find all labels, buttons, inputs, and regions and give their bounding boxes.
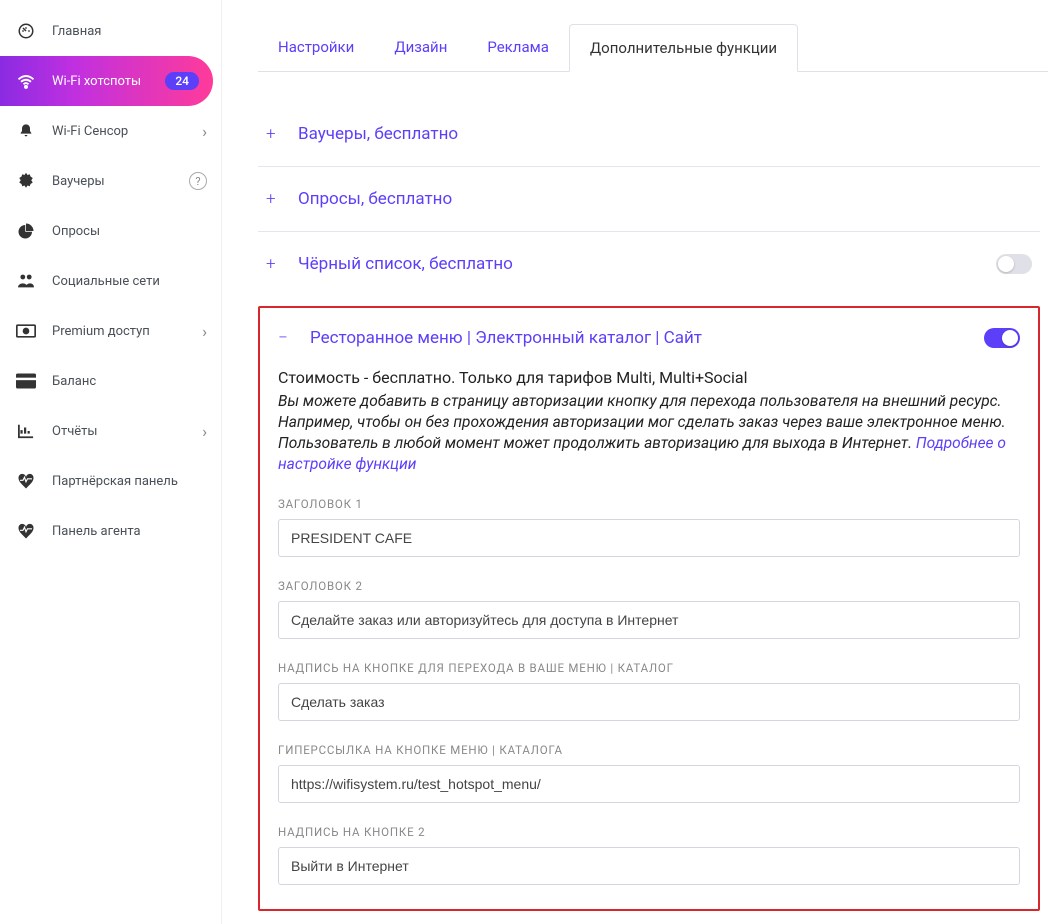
accordion-restaurant-menu: − Ресторанное меню | Электронный каталог… <box>258 306 1040 911</box>
dashboard-icon <box>16 21 36 41</box>
field-label-header2: ЗАГОЛОВОК 2 <box>278 579 1020 593</box>
sidebar-item-agent[interactable]: Панель агента <box>0 506 221 556</box>
sidebar-item-label: Панель агента <box>52 524 207 539</box>
accordion-title: Ваучеры, бесплатно <box>298 124 1032 144</box>
chevron-right-icon: › <box>202 422 207 441</box>
sidebar-item-label: Premium доступ <box>52 324 202 339</box>
tab-settings[interactable]: Настройки <box>258 24 374 71</box>
wifi-icon <box>16 71 36 91</box>
plus-icon: + <box>266 124 284 144</box>
button2-text-input[interactable] <box>278 847 1020 885</box>
sidebar-item-partner[interactable]: Партнёрская панель <box>0 456 221 506</box>
sidebar-item-label: Главная <box>52 24 207 39</box>
tab-design[interactable]: Дизайн <box>374 24 467 71</box>
accordion-blacklist: + Чёрный список, бесплатно <box>258 232 1040 296</box>
sidebar-item-premium[interactable]: Premium доступ › <box>0 306 221 356</box>
heart-monitor-icon <box>16 521 36 541</box>
main-content: Настройки Дизайн Реклама Дополнительные … <box>222 0 1048 924</box>
button-link-input[interactable] <box>278 765 1020 803</box>
button-text-input[interactable] <box>278 683 1020 721</box>
accordion-header[interactable]: + Опросы, бесплатно <box>258 167 1040 231</box>
sidebar-item-hotspots[interactable]: Wi-Fi хотспоты 24 <box>0 56 213 106</box>
field-label-button-text: НАДПИСЬ НА КНОПКЕ ДЛЯ ПЕРЕХОДА В ВАШЕ МЕ… <box>278 661 1020 675</box>
field-label-button-link: ГИПЕРССЫЛКА НА КНОПКЕ МЕНЮ | КАТАЛОГА <box>278 743 1020 757</box>
tab-extra-functions[interactable]: Дополнительные функции <box>569 24 798 72</box>
sidebar-item-label: Социальные сети <box>52 274 207 289</box>
field-label-button2: НАДПИСЬ НА КНОПКЕ 2 <box>278 825 1020 839</box>
card-icon <box>16 371 36 391</box>
pie-chart-icon <box>16 221 36 241</box>
sidebar-item-label: Опросы <box>52 224 207 239</box>
feature-description: Вы можете добавить в страницу авторизаци… <box>278 391 1020 475</box>
tabs: Настройки Дизайн Реклама Дополнительные … <box>258 24 1048 72</box>
sidebar-item-label: Ваучеры <box>52 174 189 189</box>
sidebar-item-social[interactable]: Социальные сети <box>0 256 221 306</box>
chevron-right-icon: › <box>202 122 207 141</box>
header1-input[interactable] <box>278 519 1020 557</box>
field-label-header1: ЗАГОЛОВОК 1 <box>278 497 1020 511</box>
blacklist-toggle[interactable] <box>996 254 1032 274</box>
chevron-right-icon: › <box>202 322 207 341</box>
gear-icon <box>16 171 36 191</box>
bell-icon <box>16 121 36 141</box>
sidebar-item-label: Отчёты <box>52 424 202 439</box>
sidebar-item-vouchers[interactable]: Ваучеры ? <box>0 156 221 206</box>
chart-icon <box>16 421 36 441</box>
accordion-vouchers: + Ваучеры, бесплатно <box>258 102 1040 167</box>
plus-icon: + <box>266 189 284 209</box>
sidebar-item-reports[interactable]: Отчёты › <box>0 406 221 456</box>
plus-icon: + <box>266 254 284 274</box>
heart-monitor-icon <box>16 471 36 491</box>
sidebar-item-label: Wi-Fi хотспоты <box>52 74 165 89</box>
sidebar-item-surveys[interactable]: Опросы <box>0 206 221 256</box>
sidebar-item-sensor[interactable]: Wi-Fi Сенсор › <box>0 106 221 156</box>
money-icon <box>16 321 36 341</box>
accordion-title: Опросы, бесплатно <box>298 189 1032 209</box>
menu-toggle[interactable] <box>984 328 1020 348</box>
hotspot-count-badge: 24 <box>165 72 199 90</box>
tab-content: + Ваучеры, бесплатно + Опросы, бесплатно… <box>258 72 1048 911</box>
accordion-surveys: + Опросы, бесплатно <box>258 167 1040 232</box>
sidebar: Главная Wi-Fi хотспоты 24 Wi-Fi Сенсор ›… <box>0 0 222 924</box>
sidebar-item-label: Баланс <box>52 374 207 389</box>
sidebar-item-balance[interactable]: Баланс <box>0 356 221 406</box>
tab-advertising[interactable]: Реклама <box>467 24 569 71</box>
accordion-title: Чёрный список, бесплатно <box>298 254 996 274</box>
people-icon <box>16 271 36 291</box>
sidebar-item-label: Wi-Fi Сенсор <box>52 124 202 139</box>
minus-icon: − <box>278 328 296 348</box>
accordion-header[interactable]: + Чёрный список, бесплатно <box>258 232 1040 296</box>
price-line: Стоимость - бесплатно. Только для тарифо… <box>278 368 1020 387</box>
sidebar-item-label: Партнёрская панель <box>52 474 207 489</box>
accordion-header[interactable]: + Ваучеры, бесплатно <box>258 102 1040 166</box>
sidebar-item-home[interactable]: Главная <box>0 6 221 56</box>
header2-input[interactable] <box>278 601 1020 639</box>
accordion-title: Ресторанное меню | Электронный каталог |… <box>310 328 984 348</box>
accordion-header[interactable]: − Ресторанное меню | Электронный каталог… <box>278 308 1020 364</box>
help-icon[interactable]: ? <box>189 172 207 190</box>
accordion-body: Стоимость - бесплатно. Только для тарифо… <box>278 364 1020 889</box>
